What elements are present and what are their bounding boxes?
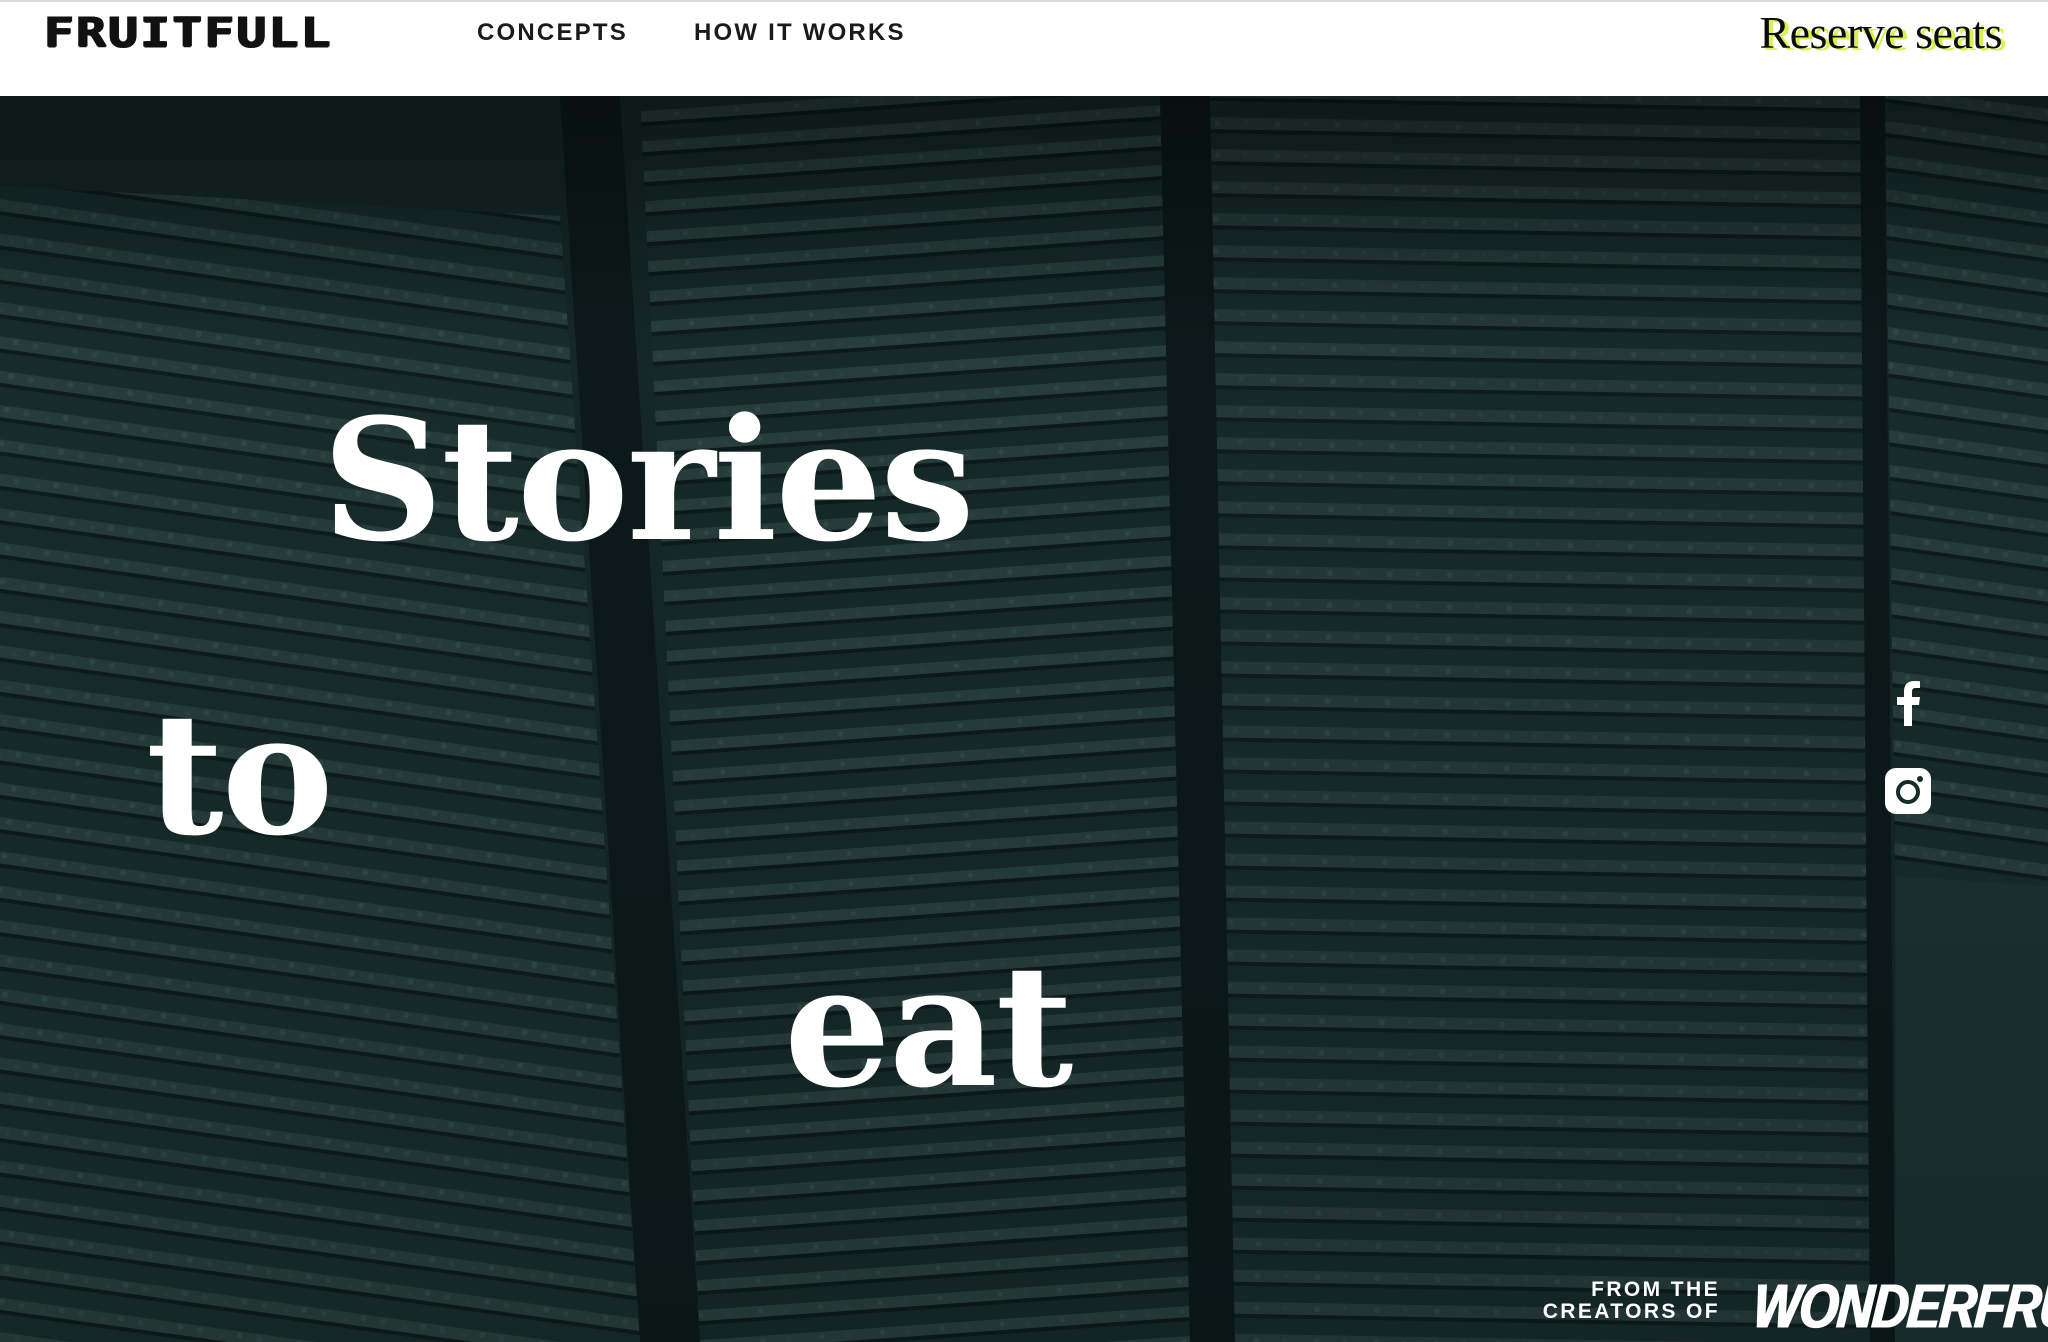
hero-section: Stories to eat FROM THE CREATORS OF WOND… — [0, 96, 2048, 1342]
fruitfull-logo[interactable]: FRUITFULL — [44, 11, 330, 52]
nav-how-it-works-link[interactable]: HOW IT WORKS — [694, 20, 906, 46]
site-header: FRUITFULL CONCEPTS HOW IT WORKS Reserve … — [0, 0, 2048, 96]
creators-line-2: CREATORS OF — [1542, 1300, 1720, 1323]
reserve-seats-link[interactable]: Reserve seats — [1759, 8, 2002, 58]
facebook-icon[interactable] — [1885, 680, 1931, 726]
from-the-creators-of-text: FROM THE CREATORS OF — [1540, 1279, 1720, 1323]
logo-text: FRUITFULL — [44, 7, 333, 57]
creators-line-1: FROM THE — [1591, 1278, 1720, 1301]
headline-word-to: to — [146, 675, 334, 873]
instagram-icon[interactable] — [1885, 768, 1931, 814]
headline-word-eat: eat — [784, 927, 1073, 1125]
nav-concepts-link[interactable]: CONCEPTS — [477, 20, 628, 46]
headline-word-stories: Stories — [322, 381, 975, 579]
wonderfruit-logo[interactable]: WONDERFRUIT — [1749, 1266, 2048, 1342]
